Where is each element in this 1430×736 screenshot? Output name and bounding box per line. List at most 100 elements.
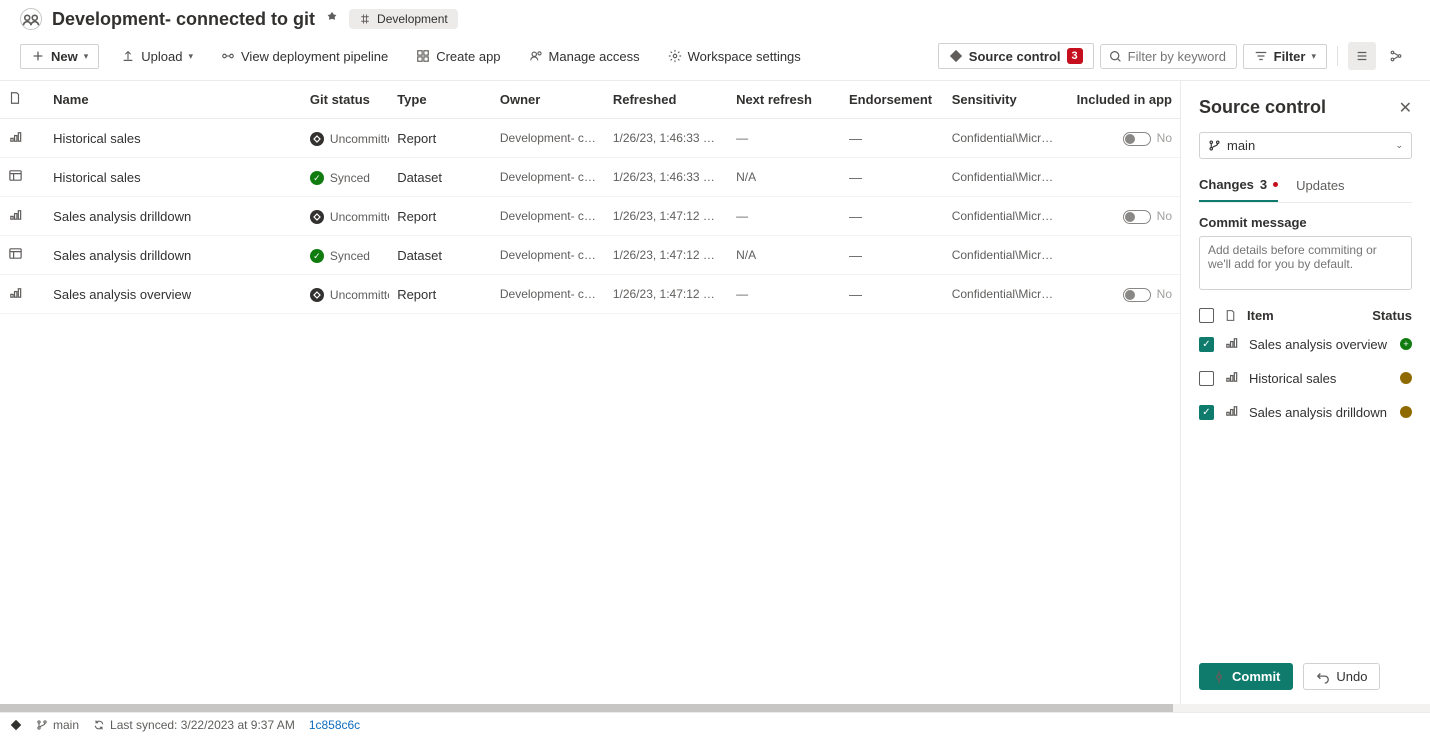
lineage-view-button[interactable] xyxy=(1382,42,1410,70)
filter-button[interactable]: Filter ▾ xyxy=(1243,44,1327,69)
table-row[interactable]: Sales analysis drilldown Synced Dataset … xyxy=(0,236,1180,275)
status-branch-section[interactable]: main xyxy=(36,718,79,732)
panel-title: Source control xyxy=(1199,97,1326,118)
undo-button-label: Undo xyxy=(1336,669,1367,684)
tab-updates-label: Updates xyxy=(1296,178,1344,193)
item-name[interactable]: Sales analysis drilldown xyxy=(45,236,302,275)
column-header-included[interactable]: Included in app xyxy=(1067,81,1180,119)
change-checkbox[interactable] xyxy=(1199,337,1214,352)
upload-button[interactable]: Upload ▾ xyxy=(115,45,199,68)
list-view-button[interactable] xyxy=(1348,42,1376,70)
new-button[interactable]: New ▾ xyxy=(20,44,99,69)
column-header-git-status[interactable]: Git status xyxy=(302,81,389,119)
search-icon xyxy=(1109,50,1122,63)
item-refreshed: 1/26/23, 1:46:33 PM xyxy=(605,119,728,158)
filter-keyword-input-wrap[interactable] xyxy=(1100,44,1237,69)
change-item[interactable]: Sales analysis drilldown xyxy=(1199,395,1412,429)
source-control-badge: 3 xyxy=(1067,48,1083,64)
tab-changes-label: Changes xyxy=(1199,177,1254,192)
premium-icon xyxy=(325,11,339,28)
item-type: Dataset xyxy=(389,158,492,197)
report-icon xyxy=(8,132,23,147)
git-status: Uncommitted xyxy=(310,210,389,224)
item-endorsement: — xyxy=(841,158,944,197)
included-value: No xyxy=(1157,287,1172,301)
workspace-settings-button[interactable]: Workspace settings xyxy=(662,45,807,68)
dataset-icon xyxy=(8,171,23,186)
column-header-endorsement[interactable]: Endorsement xyxy=(841,81,944,119)
branch-icon xyxy=(1208,139,1221,152)
source-control-button[interactable]: Source control 3 xyxy=(938,43,1094,69)
tab-changes[interactable]: Changes 3 xyxy=(1199,173,1278,202)
item-sensitivity: Confidential\Microsof...ⓘ xyxy=(944,275,1067,314)
column-header-icon[interactable] xyxy=(0,81,45,119)
source-control-panel: Source control ✕ main ⌄ Changes 3 Update… xyxy=(1180,81,1430,704)
git-status: Uncommitted xyxy=(310,288,389,302)
create-app-label: Create app xyxy=(436,49,500,64)
new-button-label: New xyxy=(51,49,78,64)
column-header-sensitivity[interactable]: Sensitivity xyxy=(944,81,1067,119)
column-header-type[interactable]: Type xyxy=(389,81,492,119)
item-refreshed: 1/26/23, 1:47:12 PM xyxy=(605,236,728,275)
close-icon[interactable]: ✕ xyxy=(1399,98,1412,118)
view-pipeline-button[interactable]: View deployment pipeline xyxy=(215,45,394,68)
item-name[interactable]: Sales analysis overview xyxy=(45,275,302,314)
branch-dropdown[interactable]: main ⌄ xyxy=(1199,132,1412,159)
change-item[interactable]: Sales analysis overview xyxy=(1199,327,1412,361)
table-row[interactable]: Historical sales Synced Dataset Developm… xyxy=(0,158,1180,197)
filter-keyword-input[interactable] xyxy=(1128,49,1228,64)
status-sync-section[interactable]: Last synced: 3/22/2023 at 9:37 AM xyxy=(93,718,295,732)
included-toggle[interactable] xyxy=(1123,210,1151,224)
commit-message-label: Commit message xyxy=(1199,215,1412,230)
table-row[interactable]: Sales analysis overview Uncommitted Repo… xyxy=(0,275,1180,314)
item-sensitivity: Confidential\Microsof...ⓘ xyxy=(944,158,1067,197)
chevron-down-icon: ▾ xyxy=(84,51,89,62)
column-header-owner[interactable]: Owner xyxy=(492,81,605,119)
create-app-button[interactable]: Create app xyxy=(410,45,506,68)
change-status-icon xyxy=(1400,338,1412,350)
item-owner: Development- conne... xyxy=(492,119,605,158)
commit-message-input[interactable] xyxy=(1199,236,1412,290)
item-included: No xyxy=(1067,197,1180,236)
column-header-refreshed[interactable]: Refreshed xyxy=(605,81,728,119)
manage-access-button[interactable]: Manage access xyxy=(523,45,646,68)
item-next-refresh: N/A xyxy=(728,158,841,197)
horizontal-scrollbar[interactable] xyxy=(0,704,1430,712)
column-header-name[interactable]: Name xyxy=(45,81,302,119)
included-toggle[interactable] xyxy=(1123,288,1151,302)
item-owner: Development- conne... xyxy=(492,158,605,197)
item-name[interactable]: Sales analysis drilldown xyxy=(45,197,302,236)
item-sensitivity: Confidential\Microsof...ⓘ xyxy=(944,119,1067,158)
change-checkbox[interactable] xyxy=(1199,405,1214,420)
change-status-icon xyxy=(1400,406,1412,418)
change-status-icon xyxy=(1400,372,1412,384)
workspace-icon xyxy=(20,8,42,30)
table-row[interactable]: Sales analysis drilldown Uncommitted Rep… xyxy=(0,197,1180,236)
manage-access-label: Manage access xyxy=(549,49,640,64)
report-icon xyxy=(8,210,23,225)
tab-updates[interactable]: Updates xyxy=(1296,173,1344,202)
item-name[interactable]: Historical sales xyxy=(45,119,302,158)
undo-button[interactable]: Undo xyxy=(1303,663,1380,690)
item-owner: Development- conne... xyxy=(492,197,605,236)
item-next-refresh: — xyxy=(728,197,841,236)
report-icon xyxy=(8,288,23,303)
view-pipeline-label: View deployment pipeline xyxy=(241,49,388,64)
chevron-down-icon: ▾ xyxy=(1311,51,1316,62)
change-item[interactable]: Historical sales xyxy=(1199,361,1412,395)
change-checkbox[interactable] xyxy=(1199,371,1214,386)
included-value: No xyxy=(1157,209,1172,223)
item-name[interactable]: Historical sales xyxy=(45,158,302,197)
item-next-refresh: — xyxy=(728,275,841,314)
workspace-tag[interactable]: Development xyxy=(349,9,458,29)
included-toggle[interactable] xyxy=(1123,132,1151,146)
commit-button[interactable]: Commit xyxy=(1199,663,1293,690)
status-commit-hash[interactable]: 1c858c6c xyxy=(309,718,360,732)
status-bar: main Last synced: 3/22/2023 at 9:37 AM 1… xyxy=(0,712,1430,736)
item-refreshed: 1/26/23, 1:47:12 PM xyxy=(605,197,728,236)
column-header-next-refresh[interactable]: Next refresh xyxy=(728,81,841,119)
status-last-synced: Last synced: 3/22/2023 at 9:37 AM xyxy=(110,718,295,732)
table-row[interactable]: Historical sales Uncommitted Report Deve… xyxy=(0,119,1180,158)
select-all-checkbox[interactable] xyxy=(1199,308,1214,323)
item-sensitivity: Confidential\Microsof...ⓘ xyxy=(944,197,1067,236)
